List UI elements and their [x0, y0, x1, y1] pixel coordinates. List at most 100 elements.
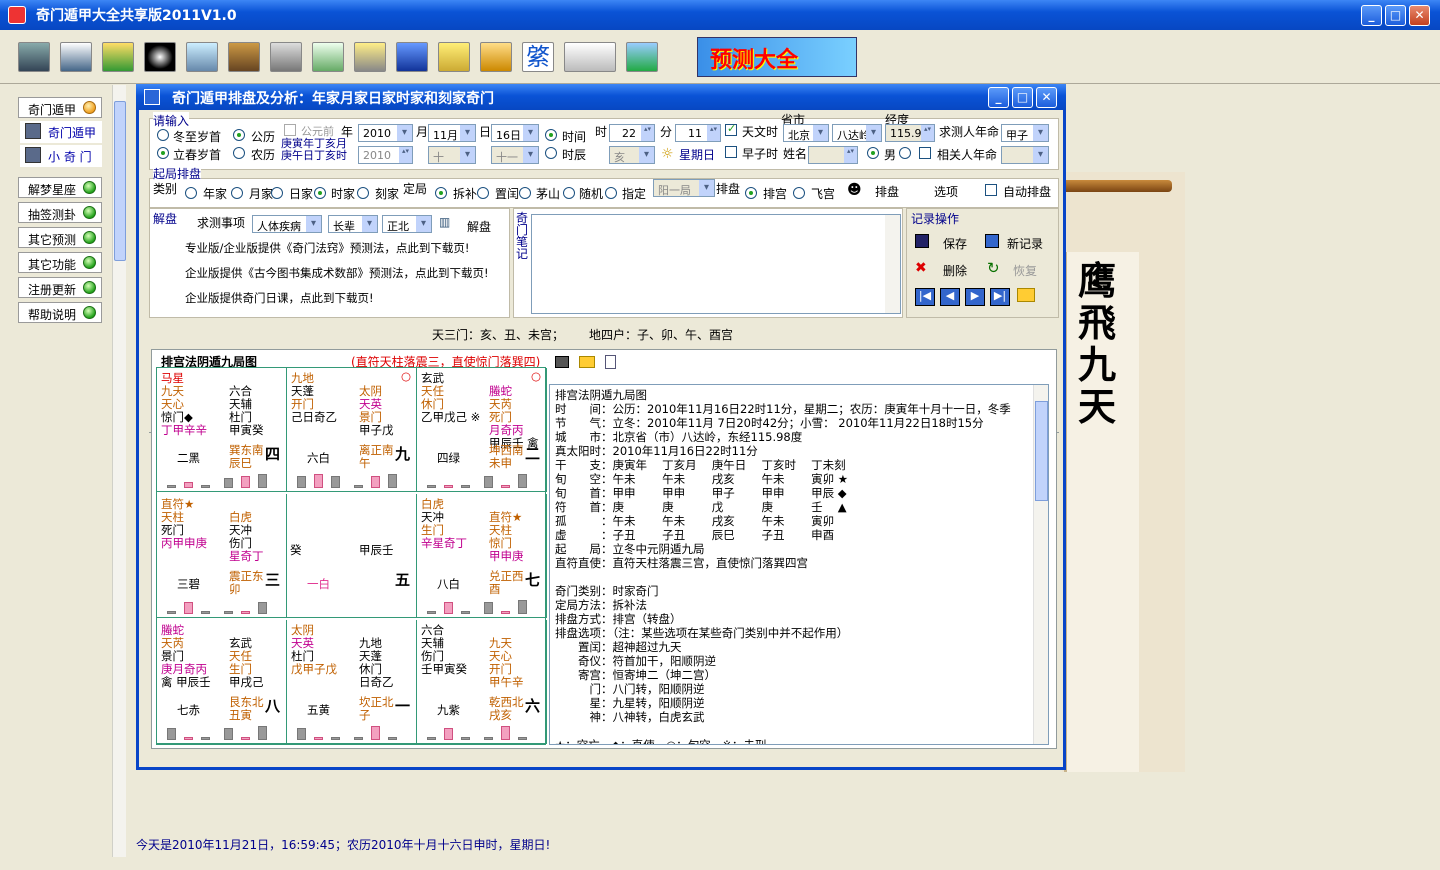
last-record-icon[interactable]: ▶| — [990, 288, 1010, 306]
radio-rijia[interactable] — [271, 187, 283, 199]
camera-icon[interactable] — [555, 356, 569, 368]
toolbar-search-icon[interactable] — [186, 42, 218, 72]
toolbar-document-icon[interactable] — [312, 42, 344, 72]
nongli-year-spin[interactable]: 2010 — [358, 146, 413, 164]
download-link-3[interactable]: 企业版提供奇门日课，点此到下载页! — [185, 290, 374, 306]
toolbar-person-icon[interactable] — [102, 42, 134, 72]
main-scrollbar[interactable] — [112, 85, 126, 857]
nav-lottery[interactable]: 抽签测卦 — [18, 202, 102, 223]
open-folder-icon[interactable] — [1017, 288, 1035, 302]
radio-kejia[interactable] — [357, 187, 369, 199]
checkbox-zaozishi[interactable] — [725, 146, 737, 158]
year-select[interactable]: 2010 — [358, 124, 413, 142]
radio-shichen[interactable] — [545, 147, 557, 159]
nav-qimen[interactable]: 奇门遁甲 — [18, 97, 102, 118]
minimize-button[interactable]: _ — [1361, 5, 1382, 26]
longitude-input[interactable]: 115.98 — [885, 124, 935, 142]
toolbar-folder-icon[interactable] — [438, 42, 470, 72]
radio-maoshan[interactable] — [519, 187, 531, 199]
maximize-button[interactable]: □ — [1385, 5, 1406, 26]
ju-select[interactable]: 阳一局 — [653, 179, 715, 197]
nav-help[interactable]: 帮助说明 — [18, 302, 102, 323]
shixiang-select[interactable]: 人体疾病 — [252, 215, 322, 233]
prev-record-icon[interactable]: ◀ — [940, 288, 960, 306]
dialog-maximize-button[interactable]: □ — [1012, 87, 1033, 108]
shichen-select[interactable]: 亥 — [609, 146, 655, 164]
checkbox-tianwenshi[interactable] — [725, 122, 737, 136]
close-button[interactable]: ✕ — [1409, 5, 1430, 26]
info-line: 寄宫：恒寄坤二（坤二宫） — [555, 668, 716, 682]
radio-dongzhi[interactable] — [157, 129, 169, 141]
info-scrollbar[interactable] — [1033, 385, 1048, 744]
city-select[interactable]: 八达岭 — [832, 124, 882, 142]
relation-select[interactable]: 长辈 — [328, 215, 378, 233]
download-link-1[interactable]: 专业版/企业版提供《奇门法窍》预测法，点此到下载页! — [185, 240, 469, 256]
options-button[interactable]: 选项 — [934, 183, 958, 200]
toolbar-key-icon[interactable] — [480, 42, 512, 72]
dialog-close-button[interactable]: ✕ — [1036, 87, 1057, 108]
radio-suiji[interactable] — [563, 187, 575, 199]
toolbar-scanner-icon[interactable] — [354, 42, 386, 72]
restore-button[interactable]: 恢复 — [1013, 262, 1037, 279]
delete-button[interactable]: 删除 — [943, 262, 967, 279]
toolbar-zodiac-icon[interactable]: 綮 — [522, 42, 554, 72]
download-link-2[interactable]: 企业版提供《古今图书集成术数部》预测法，点此到下载页! — [185, 265, 489, 281]
day-select[interactable]: 16日 — [491, 124, 539, 142]
radio-feigong[interactable] — [793, 187, 805, 199]
toolbar-print-icon[interactable] — [270, 42, 302, 72]
paipan-button[interactable]: 排盘 — [875, 183, 899, 200]
xiangguan-select[interactable] — [1001, 146, 1049, 164]
minute-spin[interactable]: 11 — [675, 124, 721, 142]
nav-other-function[interactable]: 其它功能 — [18, 252, 102, 273]
new-record-button[interactable]: 新记录 — [1007, 235, 1043, 252]
dialog-minimize-button[interactable]: _ — [988, 87, 1009, 108]
nav-register[interactable]: 注册更新 — [18, 277, 102, 298]
notes-textarea[interactable] — [531, 214, 901, 314]
checkbox-auto[interactable] — [985, 184, 997, 196]
toolbar-exit-icon[interactable] — [626, 42, 658, 72]
toolbar-book-icon[interactable] — [228, 42, 260, 72]
nav-other-predict[interactable]: 其它预测 — [18, 227, 102, 248]
month-select[interactable]: 11月 — [428, 124, 476, 142]
toolbar-export-icon[interactable] — [60, 42, 92, 72]
radio-zhiding[interactable] — [605, 187, 617, 199]
save-record-button[interactable]: 保存 — [943, 235, 967, 252]
radio-nongli[interactable] — [233, 147, 245, 159]
toolbar-weather-dropdown-icon[interactable] — [564, 42, 616, 72]
radio-shijia[interactable] — [314, 187, 326, 199]
nav-sub-xiaoqimen[interactable]: 小 奇 门 — [20, 145, 102, 167]
radio-chaibu[interactable] — [435, 187, 447, 199]
palace-branch: 戌亥 — [489, 708, 512, 722]
folder-icon[interactable] — [579, 356, 595, 368]
radio-female[interactable] — [899, 147, 911, 159]
radio-gongli[interactable] — [233, 129, 245, 141]
checkbox-xiangguan[interactable] — [919, 147, 931, 159]
skull-icon[interactable]: ☻ — [847, 182, 862, 198]
qiuce-select[interactable]: 甲子 — [1001, 124, 1049, 142]
radio-yuejia[interactable] — [231, 187, 243, 199]
jiepan-button[interactable]: 解盘 — [467, 218, 491, 235]
nav-dream[interactable]: 解梦星座 — [18, 177, 102, 198]
toolbar-layers-icon[interactable] — [18, 42, 50, 72]
document-icon[interactable] — [605, 355, 616, 369]
toolbar-save-icon[interactable] — [396, 42, 428, 72]
radio-nianjia[interactable] — [185, 187, 197, 199]
radio-zhuangong[interactable] — [745, 187, 757, 199]
nav-sub-qimen[interactable]: 奇门遁甲 — [20, 121, 102, 143]
nongli-day-select[interactable]: 十一 — [491, 146, 539, 164]
next-record-icon[interactable]: ▶ — [965, 288, 985, 306]
radio-lichun[interactable] — [157, 147, 169, 159]
radio-shijian[interactable] — [545, 129, 557, 141]
name-input[interactable] — [808, 146, 858, 164]
direction-select[interactable]: 正北 — [382, 215, 432, 233]
radio-male[interactable] — [867, 147, 879, 159]
radio-zhirun[interactable] — [477, 187, 489, 199]
hour-spin[interactable]: 22 — [609, 124, 655, 142]
toolbar-planet-icon[interactable] — [144, 42, 176, 72]
province-select[interactable]: 北京 — [783, 124, 829, 142]
scrollbar-thumb[interactable] — [114, 101, 126, 261]
first-record-icon[interactable]: |◀ — [915, 288, 935, 306]
checkbox-gongyuanqian[interactable] — [284, 124, 296, 136]
notes-scrollbar[interactable] — [885, 215, 900, 313]
nongli-month-select[interactable]: 十 — [428, 146, 476, 164]
